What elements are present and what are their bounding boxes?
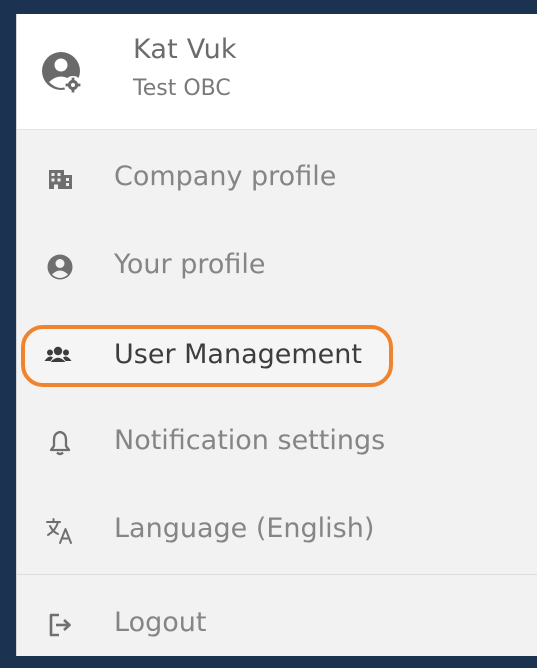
users-group-icon (44, 346, 72, 362)
menu-item-language[interactable]: Language (English) (17, 500, 537, 560)
menu-item-company-profile[interactable]: Company profile (17, 148, 537, 208)
menu-item-label: Your profile (114, 249, 266, 280)
user-name: Kat Vuk (133, 34, 237, 65)
building-icon (49, 170, 72, 189)
menu-item-your-profile[interactable]: Your profile (17, 236, 537, 296)
menu-item-notification-settings[interactable]: Notification settings (17, 412, 537, 472)
menu-divider (17, 574, 537, 575)
translate-icon (46, 518, 72, 544)
menu-item-label: User Management (114, 339, 362, 370)
menu-item-user-management[interactable]: User Management (17, 320, 537, 392)
menu-item-label: Company profile (114, 161, 337, 192)
menu-item-label: Language (English) (114, 513, 375, 544)
user-circle-icon (47, 254, 73, 280)
background-top (0, 0, 537, 14)
user-header: Kat Vuk Test OBC (17, 14, 537, 130)
user-organization: Test OBC (133, 76, 231, 101)
background-left (0, 0, 16, 668)
menu-item-logout[interactable]: Logout (17, 594, 537, 654)
bell-icon (49, 430, 71, 456)
menu-item-label: Notification settings (114, 425, 386, 456)
account-dropdown-menu: Kat Vuk Test OBC Company profile Your pr… (16, 14, 537, 656)
menu-item-label: Logout (114, 607, 207, 638)
user-gear-icon (42, 52, 82, 94)
logout-icon (49, 613, 71, 637)
